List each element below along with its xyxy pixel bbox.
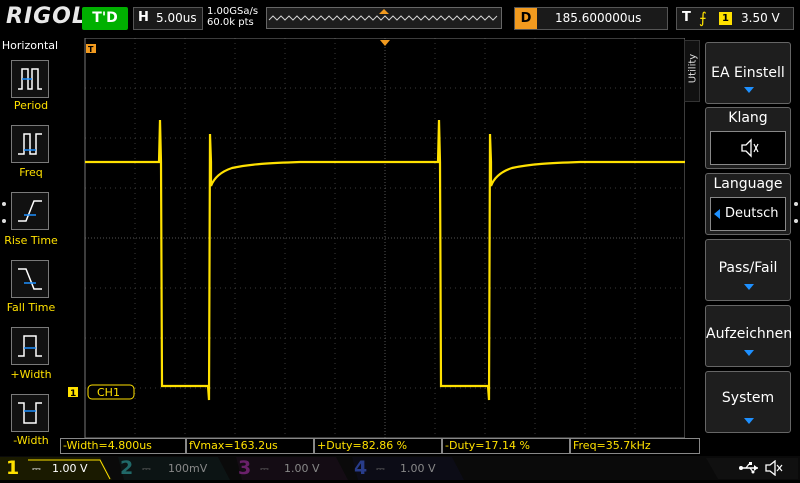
acquisition-info: 1.00GSa/s 60.0k pts [207, 6, 258, 28]
right-knob-dot [794, 202, 798, 206]
memory-depth: 60.0k pts [207, 17, 254, 28]
measure-panel-title: Horizontal [1, 39, 59, 52]
rise-time-icon [18, 200, 42, 222]
menu-item-ea-einstell-label: EA Einstell [711, 65, 785, 81]
ch1-offset-marker-number: 1 [70, 389, 76, 399]
channel-3-number: 3 [238, 457, 252, 479]
measure-fall-time-label: Fall Time [6, 301, 56, 314]
channel-2-coupling-icon: ⎓ [142, 462, 151, 475]
speaker-mute-icon [741, 138, 759, 158]
rigol-logo: RIGOL [6, 4, 87, 29]
klang-toggle[interactable] [710, 131, 786, 165]
frequency-icon [18, 133, 42, 155]
menu-item-system[interactable]: System [705, 371, 791, 433]
channel-4-coupling-icon: ⎓ [376, 462, 385, 475]
positive-width-icon [18, 335, 42, 357]
trigger-indicator[interactable]: T ⨍ 1 3.50 V [676, 7, 794, 30]
menu-item-pass-fail[interactable]: Pass/Fail [705, 239, 791, 301]
measure-negative-width-label: -Width [13, 434, 49, 447]
menu-item-system-label: System [721, 390, 775, 406]
memory-waveform-icon [268, 9, 498, 21]
channel-4-number: 4 [354, 457, 368, 479]
channel-1-coupling-icon: ⎓ [32, 462, 41, 475]
speaker-mute-icon [765, 460, 783, 476]
measure-negative-width-button[interactable] [11, 394, 49, 432]
period-icon [18, 68, 42, 90]
timebase-value: 5.00us [156, 11, 197, 25]
sample-rate: 1.00GSa/s [207, 6, 259, 17]
menu-item-klang[interactable]: Klang [705, 107, 791, 169]
delay-label: D [515, 8, 537, 29]
measure-positive-width-button[interactable] [11, 327, 49, 365]
channel-3-coupling-icon: ⎓ [260, 462, 269, 475]
measurement-time-vmax[interactable]: fVmax=163.2us [186, 438, 314, 454]
trigger-source-badge: 1 [719, 12, 732, 25]
measurement-negative-width[interactable]: -Width=4.800us [60, 438, 186, 454]
chevron-left-icon [714, 209, 720, 219]
submenu-arrow-icon [744, 284, 754, 290]
submenu-arrow-icon [744, 418, 754, 424]
horizontal-trigger-marker-label: T [88, 45, 94, 54]
channel-3-scale: 1.00 V [284, 462, 320, 475]
menu-item-klang-label: Klang [728, 110, 768, 126]
trigger-label: T [682, 10, 691, 25]
channel-4-scale: 1.00 V [400, 462, 436, 475]
measure-rise-time-button[interactable] [11, 192, 49, 230]
ch1-label: CH1 [97, 386, 120, 399]
language-selector[interactable]: Deutsch [710, 197, 786, 231]
channel-2-number: 2 [120, 457, 134, 479]
menu-item-aufzeichnen-label: Aufzeichnen [706, 326, 793, 342]
run-status-badge[interactable]: T'D [82, 7, 128, 30]
menu-item-language[interactable]: Language Deutsch [705, 173, 791, 235]
channel-2-scale: 100mV [168, 462, 208, 475]
channel-3-tab[interactable]: 3 ⎓ 1.00 V [232, 457, 348, 480]
negative-width-icon [18, 402, 42, 424]
timebase-indicator[interactable]: H 5.00us [133, 7, 203, 30]
submenu-arrow-icon [744, 87, 754, 93]
menu-item-pass-fail-label: Pass/Fail [718, 260, 778, 276]
rising-edge-icon: ⨍ [699, 9, 707, 27]
menu-item-aufzeichnen[interactable]: Aufzeichnen [705, 305, 793, 367]
fall-time-icon [18, 268, 42, 290]
measure-frequency-label: Freq [19, 166, 43, 179]
usb-icon [739, 462, 758, 474]
utility-menu-title: Utility [687, 53, 699, 84]
horizontal-delay-indicator[interactable]: D 185.600000us [514, 7, 668, 30]
timebase-label: H [138, 10, 149, 25]
measure-period-button[interactable] [11, 60, 49, 98]
language-value: Deutsch [725, 206, 779, 221]
measurement-negative-duty[interactable]: -Duty=17.14 % [442, 438, 570, 454]
delay-value: 185.600000us [555, 11, 642, 25]
left-knob-dot [2, 202, 6, 206]
channel-1-scale: 1.00 V [52, 462, 88, 475]
memory-waveform-bar[interactable] [266, 7, 502, 29]
measure-fall-time-button[interactable] [11, 260, 49, 298]
submenu-arrow-icon [744, 350, 754, 356]
waveform-display[interactable]: T T 1 CH1 [60, 38, 685, 438]
channel-4-tab[interactable]: 4 ⎓ 1.00 V [348, 457, 464, 480]
channel-1-tab[interactable]: 1 ⎓ 1.00 V [0, 457, 112, 480]
channel-2-tab[interactable]: 2 ⎓ 100mV [114, 457, 230, 480]
measurement-positive-duty[interactable]: +Duty=82.86 % [314, 438, 442, 454]
channel-1-number: 1 [6, 457, 20, 479]
measure-positive-width-label: +Width [10, 368, 52, 381]
right-knob-dot [794, 219, 798, 223]
left-knob-dot [2, 219, 6, 223]
measurement-frequency[interactable]: Freq=35.7kHz [570, 438, 700, 454]
measure-frequency-button[interactable] [11, 125, 49, 163]
measure-rise-time-label: Rise Time [4, 234, 58, 247]
menu-item-ea-einstell[interactable]: EA Einstell [705, 42, 791, 104]
utility-menu-tab[interactable]: Utility [684, 40, 700, 102]
measure-period-label: Period [13, 99, 49, 112]
menu-item-language-label: Language [713, 176, 783, 192]
trigger-level: 3.50 V [741, 11, 780, 25]
